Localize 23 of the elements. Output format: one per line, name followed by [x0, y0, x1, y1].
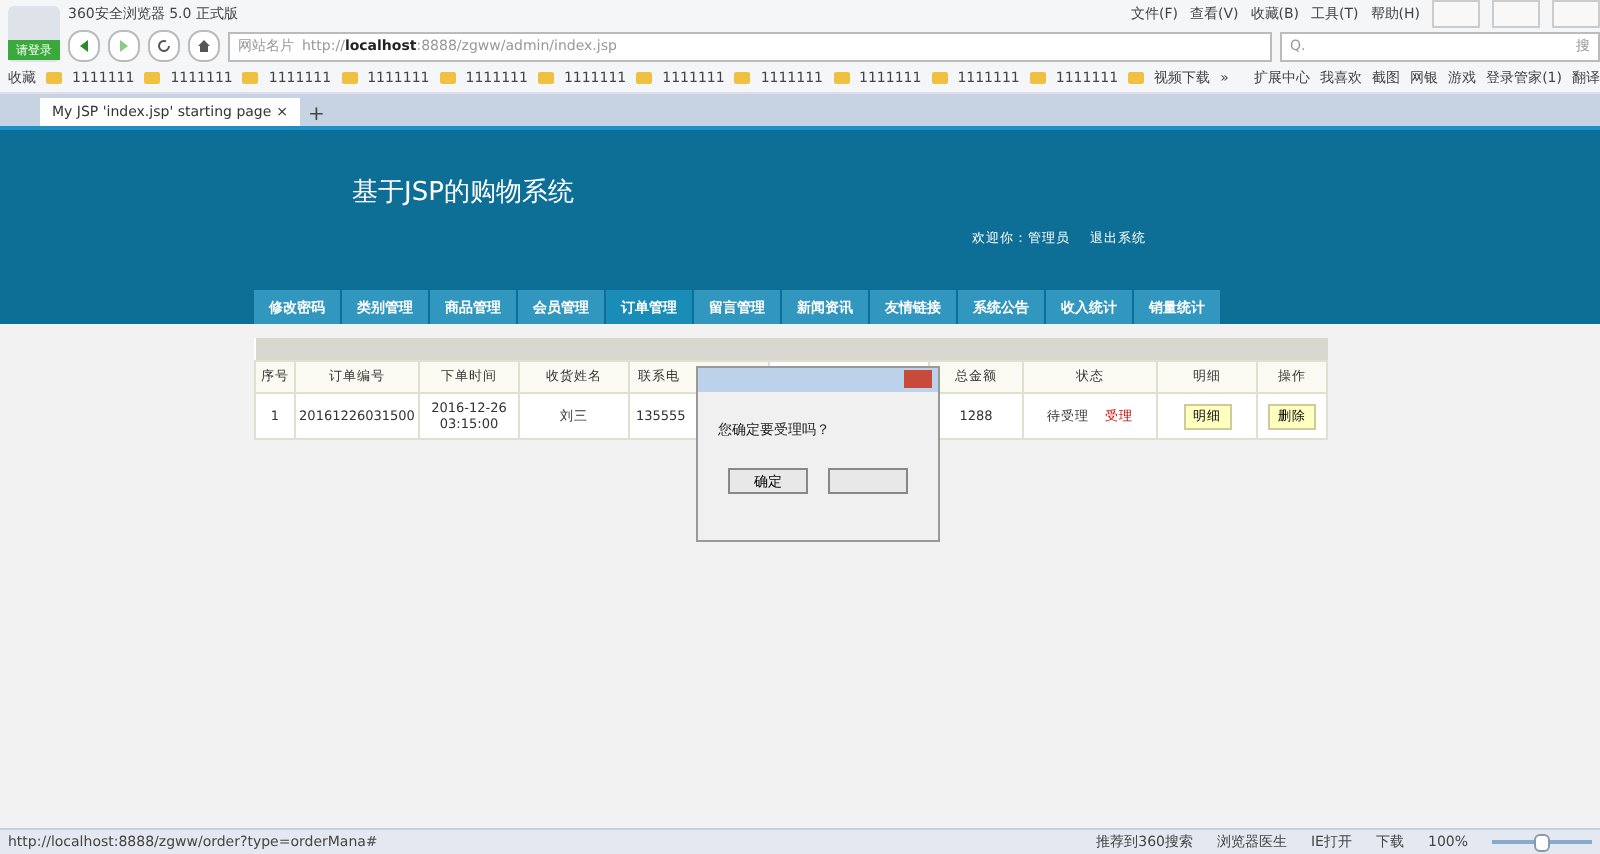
- back-arrow-icon: [76, 38, 92, 54]
- refresh-button[interactable]: [148, 30, 180, 62]
- folder-icon: [537, 72, 554, 84]
- refresh-icon: [156, 38, 172, 54]
- new-tab-button[interactable]: +: [308, 104, 325, 126]
- folder-icon: [439, 72, 456, 84]
- folder-icon: [46, 72, 62, 84]
- folder-icon: [1128, 72, 1145, 84]
- home-button[interactable]: [188, 30, 220, 62]
- folder-icon: [144, 72, 161, 84]
- forward-arrow-icon: [116, 38, 132, 54]
- folder-icon: [833, 72, 849, 84]
- folder-icon: [734, 72, 751, 84]
- folder-icon: [341, 72, 358, 84]
- cancel-button[interactable]: [828, 468, 908, 494]
- back-button[interactable]: [68, 30, 100, 62]
- folder-icon: [636, 72, 653, 84]
- home-icon: [196, 38, 212, 54]
- folder-icon: [931, 72, 948, 84]
- slider-thumb[interactable]: [1534, 833, 1550, 851]
- folder-icon: [242, 72, 259, 84]
- site-title: 基于JSP的购物系统: [352, 176, 576, 210]
- folder-icon: [1029, 72, 1046, 84]
